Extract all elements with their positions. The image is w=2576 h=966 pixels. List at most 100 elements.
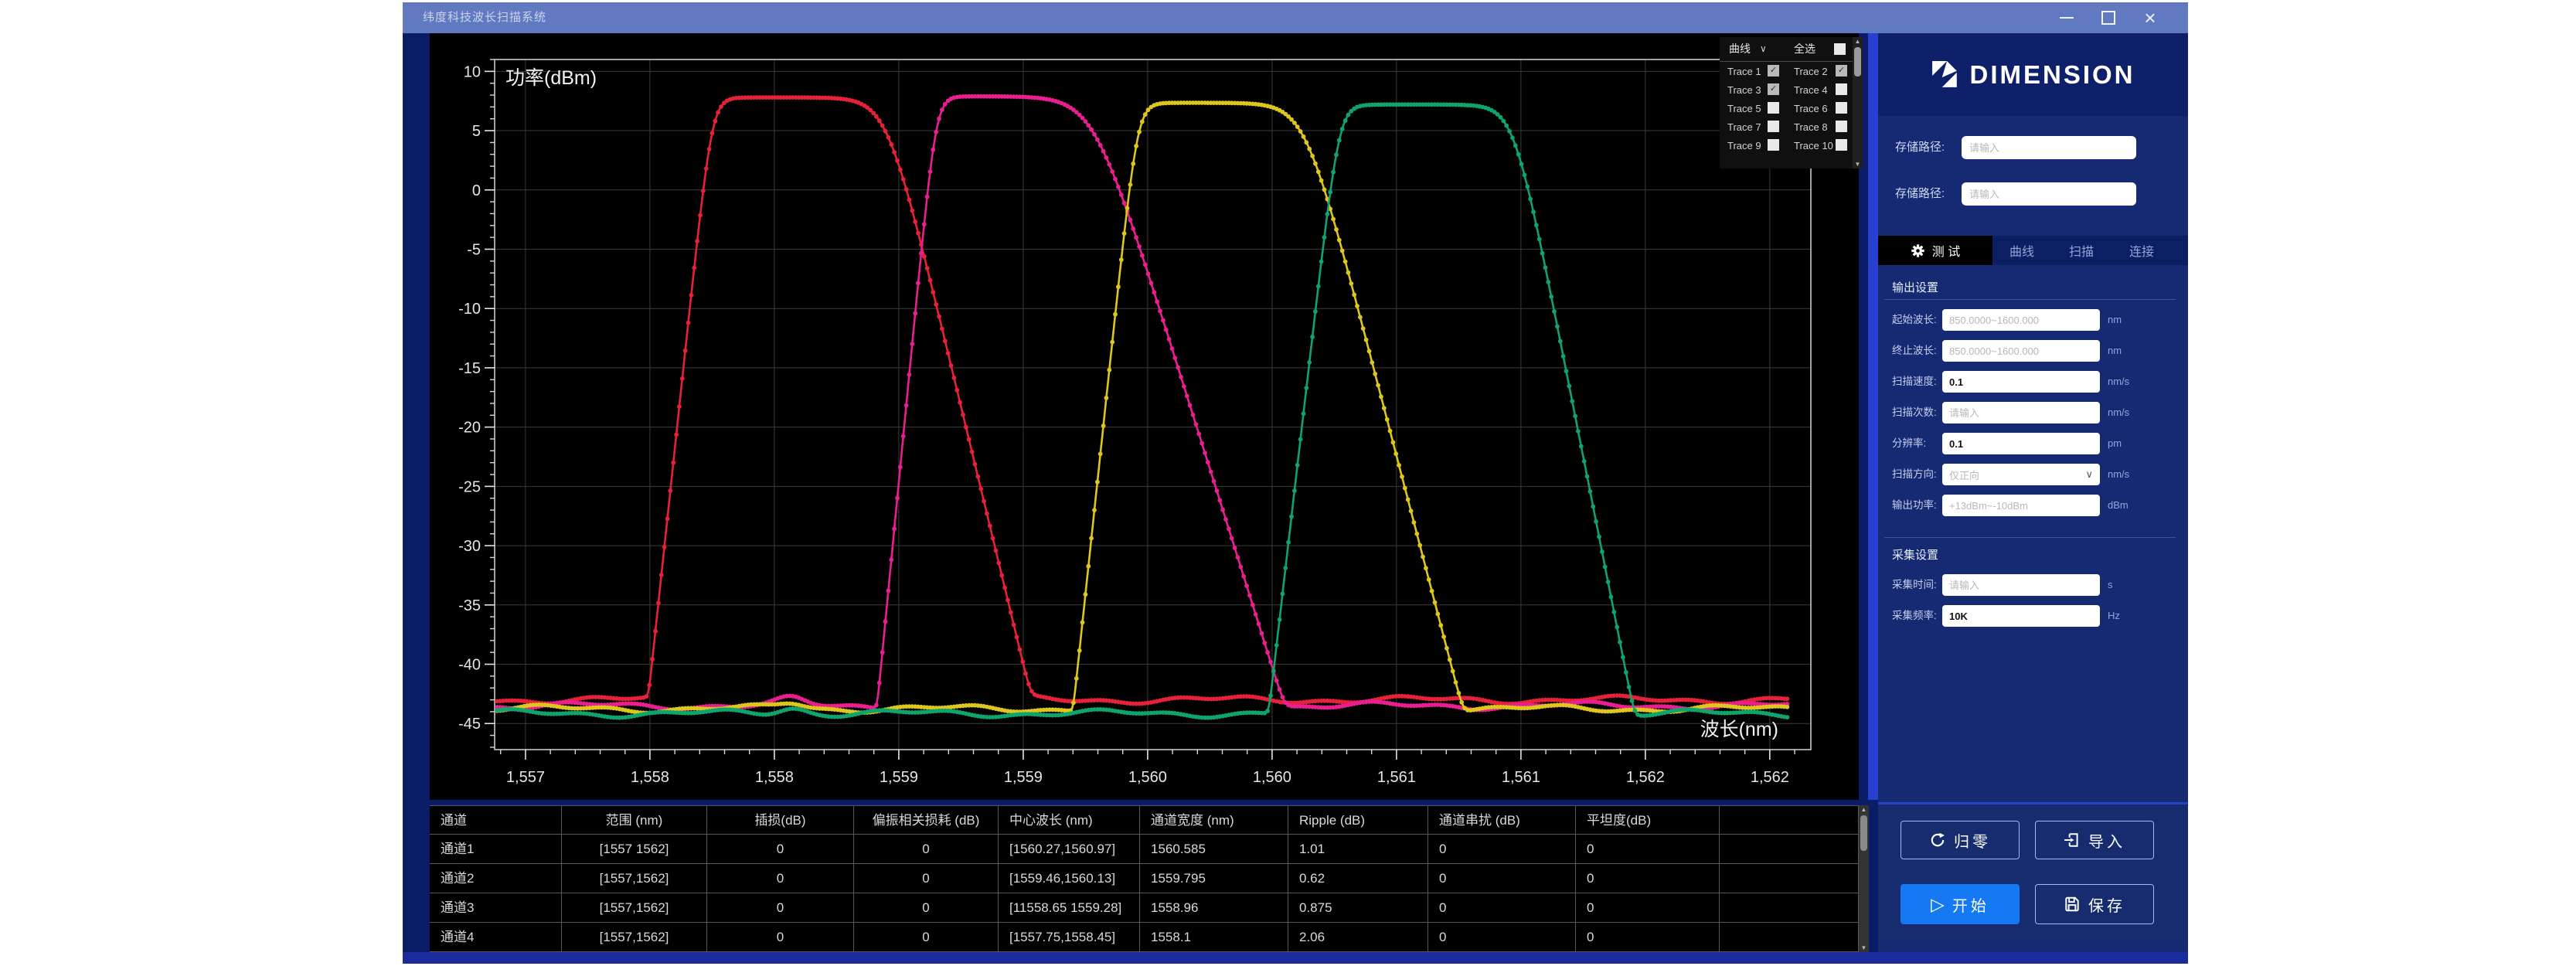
trace-checkbox-9[interactable]	[1768, 139, 1779, 151]
column-header	[1720, 806, 1859, 835]
legend-trace-label: Trace 8	[1794, 121, 1828, 133]
tab-label: 扫描	[2069, 241, 2094, 260]
table-cell: 1558.96	[1140, 893, 1288, 922]
trace-checkbox-4[interactable]	[1836, 83, 1847, 95]
field-input[interactable]	[1942, 574, 2100, 596]
table-cell	[1720, 835, 1859, 863]
start-button[interactable]: ▷ 开始	[1901, 884, 2020, 924]
table-cell	[1720, 864, 1859, 893]
storage-path-input[interactable]	[1962, 136, 2136, 159]
settings-field-row: 扫描速度:nm/s	[1878, 371, 2188, 393]
scan-direction-select[interactable]: 仅正向∨	[1942, 464, 2100, 485]
table-row[interactable]: 通道3[1557,1562]00[11558.65 1559.28]1558.9…	[430, 893, 1859, 923]
select-all-checkbox[interactable]	[1834, 43, 1846, 55]
trace-legend-panel: 曲线 ∨ 全选 Trace 1✓Trace 2✓Trace 3✓Trace 4T…	[1720, 37, 1863, 168]
svg-text:1,562: 1,562	[1751, 769, 1789, 786]
scroll-down-icon[interactable]: ▼	[1853, 161, 1863, 168]
table-scrollbar[interactable]: ▲ ▼	[1859, 805, 1869, 952]
titlebar[interactable]: 纬度科技波长扫描系统 ×	[403, 2, 2188, 33]
field-input[interactable]	[1942, 340, 2100, 362]
close-button[interactable]: ×	[2129, 2, 2171, 33]
svg-text:1,560: 1,560	[1253, 769, 1291, 786]
play-icon: ▷	[1931, 894, 1945, 915]
table-row[interactable]: 通道4[1557,1562]00[1557.75,1558.45]1558.12…	[430, 923, 1859, 952]
svg-text:-30: -30	[458, 538, 481, 555]
scroll-up-icon[interactable]: ▲	[1853, 38, 1863, 45]
field-input[interactable]	[1942, 402, 2100, 423]
svg-text:-35: -35	[458, 597, 481, 614]
table-header-row: 通道范围 (nm)插损(dB)偏振相关损耗 (dB)中心波长 (nm)通道宽度 …	[430, 805, 1859, 835]
trace-checkbox-1[interactable]: ✓	[1768, 65, 1779, 77]
storage-path-row: 存储路径:	[1878, 182, 2188, 206]
column-header: 通道宽度 (nm)	[1140, 806, 1288, 835]
trace-checkbox-10[interactable]	[1836, 139, 1847, 151]
window-content: 1,5571,5581,5581,5591,5591,5601,5601,561…	[403, 33, 2188, 952]
legend-trace-label: Trace 3	[1727, 84, 1761, 96]
legend-trace-label: Trace 5	[1727, 103, 1761, 114]
tab-connect[interactable]: 连接	[2112, 236, 2172, 265]
table-cell: 1559.795	[1140, 864, 1288, 893]
legend-scroll-thumb[interactable]	[1854, 47, 1861, 77]
field-input[interactable]	[1942, 495, 2100, 516]
settings-field-row: 输出功率:dBm	[1878, 495, 2188, 516]
settings-field-row: 终止波长:nm	[1878, 340, 2188, 362]
scroll-up-icon[interactable]: ▲	[1859, 806, 1869, 813]
svg-text:-25: -25	[458, 478, 481, 495]
field-input[interactable]	[1942, 433, 2100, 454]
field-label: 扫描方向:	[1892, 464, 1937, 485]
svg-text:1,558: 1,558	[631, 769, 669, 786]
trace-checkbox-6[interactable]	[1836, 102, 1847, 114]
table-row[interactable]: 通道1[1557 1562]00[1560.27,1560.97]1560.58…	[430, 835, 1859, 864]
select-all-label: 全选	[1794, 37, 1815, 61]
import-button[interactable]: 导入	[2035, 821, 2154, 859]
save-button[interactable]: 保存	[2035, 884, 2154, 924]
table-cell: 通道2	[430, 864, 562, 893]
table-cell: 0	[1428, 923, 1576, 951]
scroll-down-icon[interactable]: ▼	[1859, 944, 1869, 951]
trace-curve-trace-1	[495, 95, 1789, 706]
tab-curve[interactable]: 曲线	[1992, 236, 2051, 265]
legend-header: 曲线 ∨ 全选	[1720, 37, 1853, 62]
svg-text:-15: -15	[458, 360, 481, 377]
curve-dropdown[interactable]: 曲线	[1729, 37, 1751, 61]
reset-icon	[1929, 832, 1946, 849]
settings-tabs: 测 试 曲线扫描连接	[1878, 236, 2188, 265]
table-cell: 0	[1428, 864, 1576, 893]
legend-scrollbar[interactable]: ▲ ▼	[1853, 37, 1863, 168]
svg-text:-40: -40	[458, 657, 481, 674]
table-row[interactable]: 通道2[1557,1562]00[1559.46,1560.13]1559.79…	[430, 864, 1859, 893]
legend-trace-label: Trace 1	[1727, 66, 1761, 77]
maximize-icon	[2101, 11, 2115, 25]
trace-checkbox-3[interactable]: ✓	[1768, 83, 1779, 95]
svg-text:-10: -10	[458, 301, 481, 318]
storage-path-row: 存储路径:	[1878, 136, 2188, 159]
table-cell: 0	[707, 864, 854, 893]
field-unit: nm	[2108, 309, 2122, 331]
table-cell: 1558.1	[1140, 923, 1288, 951]
storage-path-input[interactable]	[1962, 182, 2136, 206]
trace-curve-trace-3	[495, 100, 1789, 715]
tab-label: 测 试	[1932, 241, 1960, 260]
field-input[interactable]	[1942, 371, 2100, 393]
field-unit: nm	[2108, 340, 2122, 362]
table-scroll-thumb[interactable]	[1860, 815, 1867, 851]
trace-checkbox-7[interactable]	[1768, 121, 1779, 132]
legend-trace-label: Trace 4	[1794, 84, 1828, 96]
field-input[interactable]	[1942, 605, 2100, 627]
trace-checkbox-8[interactable]	[1836, 121, 1847, 132]
field-input[interactable]	[1942, 309, 2100, 331]
left-margin	[403, 33, 430, 952]
settings-field-row: 采集时间:s	[1878, 574, 2188, 596]
minimize-button[interactable]	[2046, 2, 2088, 33]
window-bottom-strip	[403, 952, 2188, 964]
trace-checkbox-5[interactable]	[1768, 102, 1779, 114]
table-cell: [1557,1562]	[562, 864, 707, 893]
svg-text:1,559: 1,559	[1004, 769, 1043, 786]
column-header: 范围 (nm)	[562, 806, 707, 835]
tab-scan[interactable]: 扫描	[2051, 236, 2112, 265]
chevron-down-icon[interactable]: ∨	[1760, 37, 1767, 61]
zero-button[interactable]: 归零	[1901, 821, 2020, 859]
maximize-button[interactable]	[2088, 2, 2129, 33]
tab-test[interactable]: 测 试	[1878, 236, 1992, 265]
trace-checkbox-2[interactable]: ✓	[1836, 65, 1847, 77]
